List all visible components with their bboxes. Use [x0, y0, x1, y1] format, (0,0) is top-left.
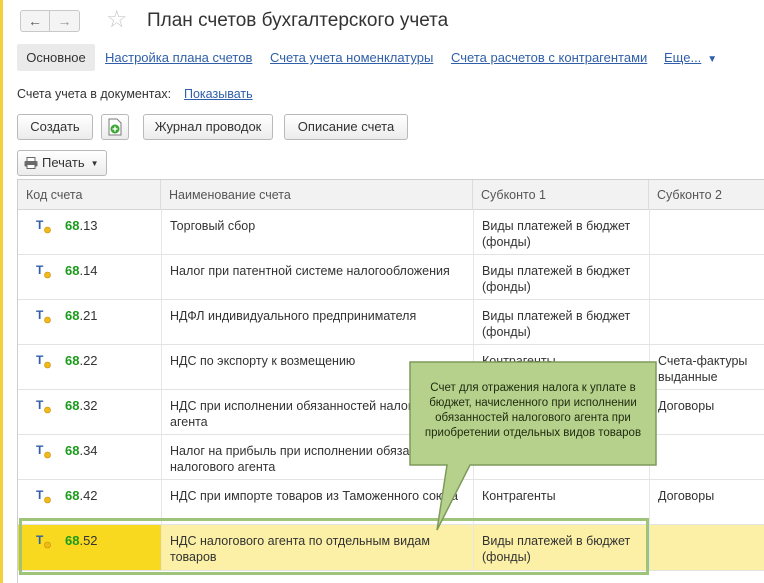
account-code-main: 68	[65, 263, 80, 278]
column-header-name[interactable]: Наименование счета	[161, 180, 473, 210]
create-button[interactable]: Создать	[17, 114, 93, 140]
account-code: 68.42	[65, 488, 98, 504]
column-header-code[interactable]: Код счета	[18, 180, 161, 210]
account-type-icon: T	[36, 263, 51, 279]
svg-text:T: T	[36, 353, 44, 367]
account-code-main: 68	[65, 398, 80, 413]
cell-subconto1: Виды платежей в бюджет (фонды)	[473, 255, 649, 299]
account-code: 68.14	[65, 263, 98, 279]
cell-code: T 68.32	[18, 390, 161, 434]
account-code-sub: .13	[79, 218, 98, 233]
svg-text:T: T	[36, 488, 44, 502]
highlight-frame	[19, 518, 649, 575]
cell-subconto2: Договоры	[649, 390, 764, 434]
cell-name: Торговый сбор	[161, 210, 473, 254]
add-folder-icon	[108, 118, 122, 136]
account-code-main: 68	[65, 443, 80, 458]
arrow-right-icon: →	[57, 13, 72, 29]
cell-subconto1: Виды платежей в бюджет (фонды)	[473, 210, 649, 254]
table-row[interactable]: T 68.13 Торговый сбор Виды платежей в бюдже…	[18, 210, 764, 255]
print-button[interactable]: Печать ▼	[17, 150, 107, 176]
account-code-sub: .22	[79, 353, 98, 368]
account-code-main: 68	[65, 488, 80, 503]
cell-subconto2	[649, 210, 764, 254]
account-description-button[interactable]: Описание счета	[284, 114, 408, 140]
cell-name: НДФЛ индивидуального предпринимателя	[161, 300, 473, 344]
account-type-icon: T	[36, 308, 51, 324]
table-header: Код счета Наименование счета Субконто 1 …	[18, 180, 764, 210]
print-label: Печать	[42, 155, 85, 170]
account-type-icon: T	[36, 353, 51, 369]
cell-code: T 68.34	[18, 435, 161, 479]
link-chart-settings[interactable]: Настройка плана счетов	[105, 50, 252, 65]
svg-text:T: T	[36, 443, 44, 457]
link-more-menu[interactable]: Еще... ▼	[664, 50, 717, 65]
svg-text:T: T	[36, 263, 44, 277]
cell-code: T 68.13	[18, 210, 161, 254]
svg-text:T: T	[36, 308, 44, 322]
account-code-sub: .14	[79, 263, 98, 278]
table-row[interactable]: T 68.14 Налог при патентной системе налого…	[18, 255, 764, 300]
account-type-icon: T	[36, 443, 51, 459]
cell-subconto2: Договоры	[649, 480, 764, 524]
column-header-subconto2[interactable]: Субконто 2	[649, 180, 764, 210]
cell-code: T 68.22	[18, 345, 161, 389]
account-type-icon: T	[36, 218, 51, 234]
cell-subconto1: Виды платежей в бюджет (фонды)	[473, 300, 649, 344]
account-code-sub: .42	[79, 488, 98, 503]
page-title: План счетов бухгалтерского учета	[147, 10, 449, 31]
account-code-main: 68	[65, 353, 80, 368]
account-code-sub: .21	[79, 308, 98, 323]
account-type-icon: T	[36, 488, 51, 504]
tab-main[interactable]: Основное	[17, 44, 95, 71]
account-code: 68.32	[65, 398, 98, 414]
callout-text: Счет для отражения налога к уплате в бюд…	[424, 382, 642, 439]
cell-code: T 68.14	[18, 255, 161, 299]
account-code: 68.13	[65, 218, 98, 234]
link-item-accounts[interactable]: Счета учета номенклатуры	[270, 50, 433, 65]
column-header-subconto1[interactable]: Субконто 1	[473, 180, 649, 210]
journal-button[interactable]: Журнал проводок	[143, 114, 273, 140]
cell-subconto1	[473, 435, 649, 479]
printer-icon	[24, 156, 38, 169]
window-edge	[0, 0, 3, 583]
account-code: 68.22	[65, 353, 98, 369]
table-row[interactable]: T 68.21 НДФЛ индивидуального предпринимате…	[18, 300, 764, 345]
arrow-left-icon: ←	[28, 13, 42, 29]
forward-button[interactable]: →	[50, 10, 80, 32]
cell-subconto2	[649, 255, 764, 299]
chevron-down-icon: ▼	[90, 159, 99, 168]
account-code: 68.34	[65, 443, 98, 459]
add-group-button[interactable]	[101, 114, 129, 140]
account-code-sub: .34	[79, 443, 98, 458]
account-code: 68.21	[65, 308, 98, 324]
chevron-down-icon: ▼	[707, 54, 718, 65]
cell-name: Налог при патентной системе налогообложе…	[161, 255, 473, 299]
svg-text:T: T	[36, 218, 44, 232]
cell-subconto2	[649, 435, 764, 479]
cell-subconto2: Счета-фактуры выданные	[649, 345, 764, 389]
documents-label: Счета учета в документах:	[17, 87, 172, 101]
account-type-icon: T	[36, 398, 51, 414]
account-code-sub: .32	[79, 398, 98, 413]
cell-subconto2	[649, 300, 764, 344]
back-button[interactable]: ←	[20, 10, 50, 32]
cell-name: Налог на прибыль при исполнении обязанно…	[161, 435, 473, 479]
show-documents-link[interactable]: Показывать	[184, 87, 253, 101]
table-row[interactable]: T 68.34 Налог на прибыль при исполнении об…	[18, 435, 764, 480]
cell-subconto2	[649, 525, 764, 570]
svg-text:T: T	[36, 398, 44, 412]
account-code-main: 68	[65, 218, 80, 233]
star-icon[interactable]: ☆	[106, 6, 128, 34]
more-label: Еще...	[664, 50, 702, 65]
account-code-main: 68	[65, 308, 80, 323]
link-counterparty-accounts[interactable]: Счета расчетов с контрагентами	[451, 50, 647, 65]
cell-code: T 68.21	[18, 300, 161, 344]
